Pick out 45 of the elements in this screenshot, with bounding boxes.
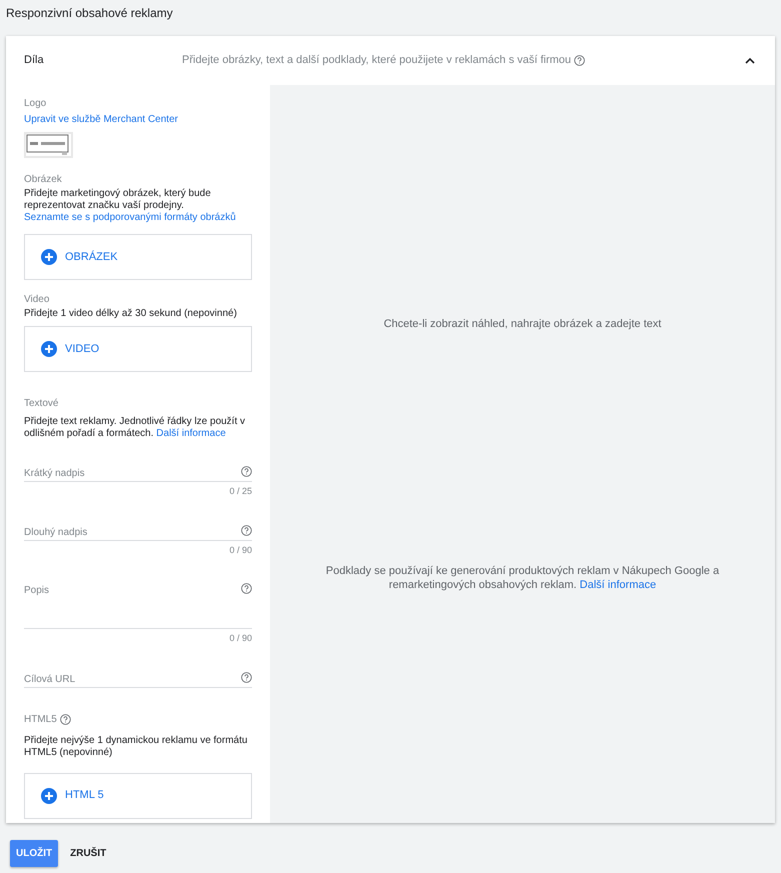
plus-circle-icon (41, 249, 57, 265)
section-description: Přidejte 1 video délky až 30 sekund (nepovinné) (24, 308, 238, 320)
merchant-center-link[interactable]: Upravit ve službě Merchant Center (24, 112, 252, 127)
section-description: Přidejte marketingový obrázek, který bude reprezentovat značku vaší prodejny. (24, 188, 212, 212)
preview-note: Podklady se používají ke generování produktových reklam v Nákupech Google a remarketingových obsahových reklam. Další informace (324, 564, 720, 592)
plus-circle-icon (41, 341, 57, 357)
help-icon[interactable] (60, 714, 71, 724)
section-label: Textové (24, 397, 60, 411)
section-label: Video (24, 293, 50, 307)
learn-more-link[interactable]: Další informace (580, 578, 656, 590)
character-counter: 0 / 90 (229, 632, 252, 645)
text-field[interactable]: Dlouhý nadpis (24, 512, 252, 540)
help-icon[interactable] (241, 672, 252, 682)
add-button[interactable]: HTML 5 (41, 787, 104, 804)
field-placeholder: Krátký nadpis (24, 467, 85, 481)
text-field[interactable]: Krátký nadpis (24, 454, 252, 482)
preview-empty-message: Chcete-li zobrazit náhled, nahrajte obrázek a zadejte text (384, 317, 662, 332)
help-icon[interactable] (241, 583, 252, 594)
learn-more-link[interactable]: Seznamte se s podporovanými formáty obrázků (24, 212, 252, 224)
text-field[interactable]: Cílová URL (24, 660, 252, 688)
help-icon[interactable] (241, 466, 252, 477)
character-counter: 0 / 90 (229, 544, 252, 556)
panel-header[interactable]: Díla Přidejte obrázky, text a další podklady, které použijete v reklamách s vaší firmou (6, 36, 775, 85)
section-description: Přidejte text reklamy. Jednotlivé řádky lze použít v odlišném pořadí a formátech. Další informace (24, 416, 246, 440)
field-placeholder: Dlouhý nadpis (24, 526, 88, 540)
cancel-button[interactable]: ZRUŠIT (70, 846, 106, 861)
add-button[interactable]: VIDEO (41, 340, 100, 358)
panel-subtitle: Přidejte obrázky, text a další podklady, které použijete v reklamách s vaší firmou (182, 53, 572, 68)
plus-circle-icon (41, 788, 57, 804)
help-icon[interactable] (574, 55, 586, 66)
chevron-up-icon[interactable] (745, 57, 755, 64)
help-icon[interactable] (241, 524, 252, 536)
learn-more-link[interactable]: Další informace (156, 428, 226, 439)
character-counter: 0 / 25 (229, 485, 252, 498)
description-textarea[interactable]: Popis (24, 571, 252, 629)
section-description: Přidejte nejvýše 1 dynamickou reklamu ve formátu HTML5 (nepovinné) (24, 734, 248, 758)
panel-title: Díla (24, 53, 45, 68)
page-title: Responzivní obsahové reklamy (5, 5, 174, 22)
field-placeholder: Cílová URL (24, 672, 76, 686)
section-label: Obrázek (24, 173, 63, 187)
add-button[interactable]: OBRÁZEK (41, 248, 118, 266)
save-button[interactable]: ULOŽIT (10, 840, 58, 867)
section-label: HTML5 (24, 712, 57, 726)
field-placeholder: Popis (24, 584, 50, 598)
section-label: Logo (24, 97, 48, 111)
